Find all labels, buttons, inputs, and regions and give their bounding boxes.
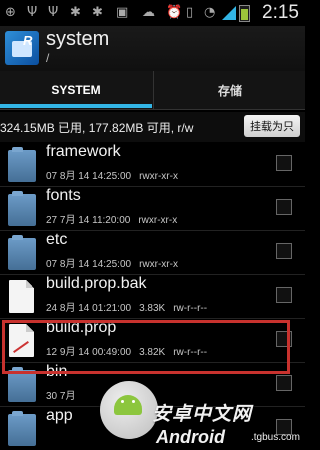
watermark-cn: 安卓中文网 <box>152 404 253 425</box>
file-name: fonts <box>46 187 81 204</box>
alarm-icon: ⏰ <box>166 4 183 20</box>
current-path: / <box>46 51 50 65</box>
file-meta: 30 7月 <box>46 387 83 402</box>
folder-icon <box>8 411 36 446</box>
app-icon[interactable] <box>5 31 39 65</box>
tab-storage[interactable]: 存储 <box>153 71 306 109</box>
list-item[interactable]: fonts 27 7月 14 11:20:00 rwxr-xr-x <box>0 186 305 231</box>
file-date: 24 8月 14 01:21:00 <box>46 303 132 314</box>
usb-icon: Ψ <box>48 4 59 20</box>
file-date: 07 8月 14 14:25:00 <box>46 171 132 182</box>
list-item[interactable]: etc 07 8月 14 14:25:00 rwxr-xr-x <box>0 230 305 275</box>
highlight-box <box>2 320 290 374</box>
folder-icon <box>8 191 36 226</box>
list-item[interactable]: framework 07 8月 14 14:25:00 rwxr-xr-x <box>0 142 305 187</box>
status-bar: ⊕ Ψ Ψ ✱ ✱ ▣ ☁ ⏰ ▯ ◔ 2:15 <box>0 0 305 26</box>
vibrate-icon: ▯ <box>186 4 194 20</box>
status-time: 2:15 <box>262 2 299 23</box>
file-date: 30 7月 <box>46 391 76 402</box>
file-name: etc <box>46 231 68 248</box>
file-name: build.prop.bak <box>46 275 147 292</box>
select-checkbox[interactable] <box>276 155 292 171</box>
signal-icon <box>222 6 236 20</box>
file-perms: rw-r--r-- <box>173 303 208 314</box>
file-date: 07 8月 14 14:25:00 <box>46 259 132 270</box>
watermark: 安卓中文网 Android .tgbus.com <box>80 381 305 450</box>
android-logo-icon <box>100 381 158 439</box>
storage-info-bar: 324.15MB 已用, 177.82MB 可用, r/w 挂载为只 <box>0 112 305 142</box>
select-checkbox[interactable] <box>276 199 292 215</box>
folder-icon <box>8 147 36 182</box>
tab-bar: SYSTEM 存储 <box>0 71 305 110</box>
file-perms: rwxr-xr-x <box>139 259 178 270</box>
file-perms: rwxr-xr-x <box>138 215 178 226</box>
cloud-icon: ☁ <box>142 4 155 20</box>
file-name: framework <box>46 143 121 160</box>
title-bar: system / <box>0 26 305 71</box>
file-meta: 24 8月 14 01:21:00 3.83K rw-r--r-- <box>46 299 215 314</box>
file-meta: 07 8月 14 14:25:00 rwxr-xr-x <box>46 255 186 270</box>
file-meta: 27 7月 14 11:20:00 rwxr-xr-x <box>46 211 185 226</box>
storage-usage-text: 324.15MB 已用, 177.82MB 可用, r/w <box>0 121 194 135</box>
folder-icon <box>8 367 36 402</box>
watermark-en: Android <box>156 427 225 447</box>
active-tab-indicator <box>0 104 152 108</box>
select-checkbox[interactable] <box>276 243 292 259</box>
file-perms: rwxr-xr-x <box>139 171 178 182</box>
page-title: system <box>46 28 110 50</box>
file-icon <box>9 280 34 313</box>
mount-readonly-button[interactable]: 挂载为只 <box>244 115 300 137</box>
select-checkbox[interactable] <box>276 287 292 303</box>
file-size: 3.83K <box>139 303 166 314</box>
wifi-icon: ◔ <box>204 4 216 20</box>
add-icon: ⊕ <box>5 4 16 20</box>
app-notification-icon: ▣ <box>116 4 129 20</box>
file-date: 27 7月 14 11:20:00 <box>46 215 131 226</box>
list-item[interactable]: build.prop.bak 24 8月 14 01:21:00 3.83K rw-… <box>0 274 305 319</box>
watermark-domain: .tgbus.com <box>251 432 300 443</box>
usb-icon: Ψ <box>27 4 38 20</box>
folder-icon <box>8 235 36 270</box>
android-debug-icon: ✱ <box>92 4 103 20</box>
file-name: app <box>46 407 73 424</box>
android-debug-icon: ✱ <box>70 4 81 20</box>
file-meta: 07 8月 14 14:25:00 rwxr-xr-x <box>46 167 186 182</box>
battery-icon <box>239 5 250 22</box>
